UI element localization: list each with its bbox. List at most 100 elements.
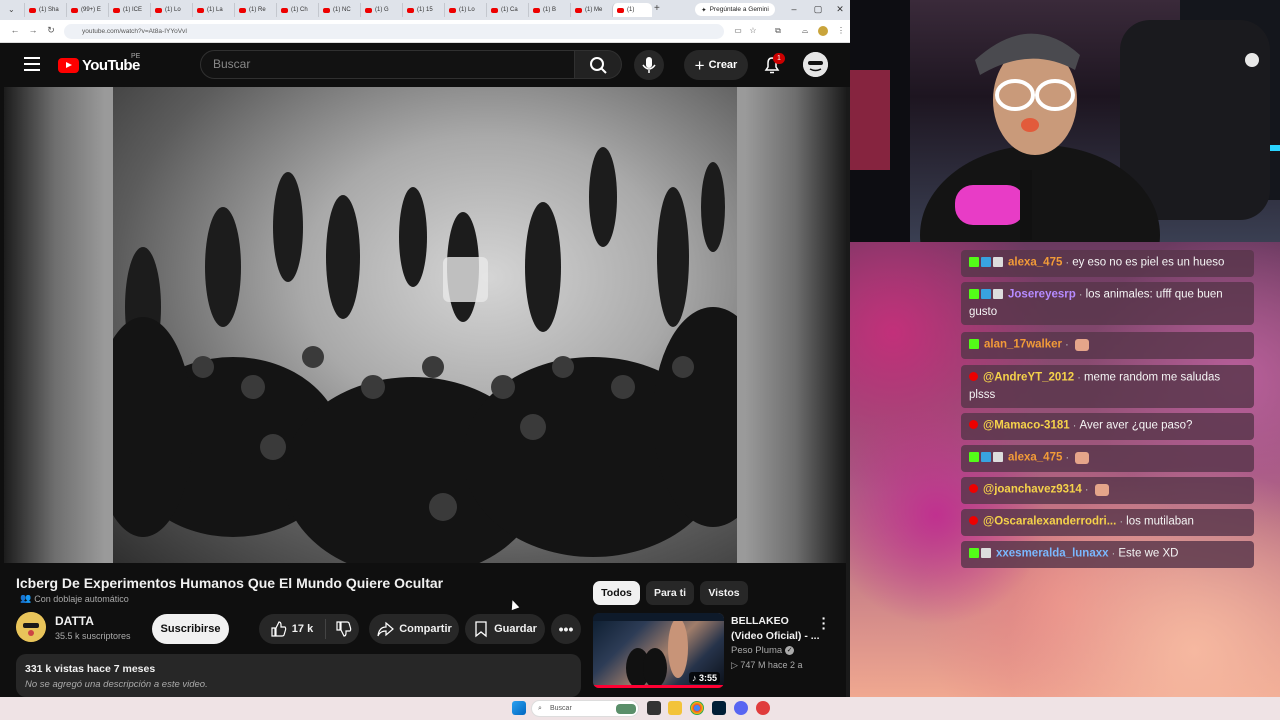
photoshop-icon[interactable] (712, 701, 726, 715)
chat-badges (969, 369, 980, 386)
description-box[interactable]: 331 k vistas hace 7 meses No se agregó u… (16, 654, 581, 697)
streaming-app-icon[interactable] (756, 701, 770, 715)
watched-progress-bar (593, 685, 724, 688)
reload-button[interactable]: ↻ (45, 25, 57, 36)
task-view-icon[interactable] (647, 701, 661, 715)
browser-tab[interactable]: (1) G (360, 3, 400, 17)
chip-vistos[interactable]: Vistos (700, 581, 748, 605)
chat-username: @joanchavez9314 (983, 483, 1082, 496)
browser-tab[interactable]: (1) NC (318, 3, 358, 17)
chat-message: @joanchavez9314 · (961, 477, 1254, 504)
browser-tab[interactable]: (1) La (192, 3, 232, 17)
recommendation-channel[interactable]: Peso Pluma ✓ (731, 645, 795, 656)
windows-start-icon[interactable] (512, 701, 526, 715)
recommendation-title[interactable]: BELLAKEO (Video Oficial) - ... (731, 614, 821, 644)
profile-avatar-icon[interactable] (818, 26, 828, 36)
browser-tab[interactable]: (1) Lo (444, 3, 484, 17)
back-button[interactable]: ← (9, 25, 21, 35)
browser-tab[interactable]: (1) B (528, 3, 568, 17)
browser-tab[interactable]: (1) 15 (402, 3, 442, 17)
verified-icon: ✓ (785, 646, 795, 655)
share-button[interactable]: Compartir (369, 614, 459, 644)
browser-tab-label: (1) (627, 7, 635, 13)
chat-username: alexa_475 (1008, 451, 1063, 464)
chat-separator: · (1065, 256, 1070, 269)
youtube-favicon-icon (281, 7, 288, 13)
new-tab-button[interactable]: + (654, 3, 660, 14)
search-button[interactable] (575, 50, 622, 79)
url-text: youtube.com/watch?v=At8a-IYYoVvI (82, 28, 188, 35)
blue-badge-icon (981, 451, 991, 462)
duration-text: 3:55 (698, 673, 717, 683)
gemini-button[interactable]: ✦ Pregúntale a Gemini (695, 3, 775, 16)
search-highlight-icon (616, 704, 636, 714)
menu-icon[interactable] (24, 57, 40, 71)
youtube-favicon-icon (71, 7, 78, 13)
recommendation-channel-name: Peso Pluma (731, 645, 783, 656)
browser-tab-label: (1) ICE (123, 7, 143, 13)
tab-search-icon[interactable]: ⌄ (8, 5, 15, 14)
search-input[interactable]: Buscar (200, 50, 575, 79)
like-button[interactable]: 17 k (259, 614, 323, 644)
chat-separator: · (1111, 547, 1116, 560)
yt-badge-icon (969, 516, 978, 526)
browser-tab[interactable]: (1) Re (234, 3, 274, 17)
channel-name[interactable]: DATTA (55, 614, 94, 628)
save-button[interactable]: Guardar (465, 614, 545, 644)
bookmark-star-icon[interactable]: ☆ (748, 26, 758, 36)
chat-message: @Oscaralexanderrodri... · los mutilaban (961, 509, 1254, 536)
browser-tab[interactable]: (1) Lo (150, 3, 190, 17)
close-window-button[interactable]: ✕ (833, 4, 847, 15)
recommendation-thumbnail[interactable]: ♪ 3:55 (593, 613, 724, 688)
browser-menu-icon[interactable]: ⋮ (836, 26, 846, 36)
video-frame[interactable] (113, 87, 737, 563)
chip-para-ti[interactable]: Para ti (646, 581, 694, 605)
file-explorer-icon[interactable] (668, 701, 682, 715)
browser-tab-label: (1) B (543, 7, 557, 13)
browser-tab[interactable]: (1) ICE (108, 3, 148, 17)
browser-tab[interactable]: (1) Ch (276, 3, 316, 17)
extensions-icon[interactable]: ⧉ (773, 26, 783, 36)
maximize-button[interactable]: ▢ (811, 4, 825, 15)
youtube-logo[interactable]: YouTube (58, 57, 140, 74)
white-badge-icon (981, 547, 991, 558)
voice-search-button[interactable] (634, 50, 664, 80)
region-code: PE (131, 53, 141, 60)
browser-tab[interactable]: (1) Ca (486, 3, 526, 17)
browser-tab[interactable]: (1) Sha (24, 3, 64, 17)
recommendation-menu-button[interactable]: · · · (820, 611, 828, 635)
browser-tab[interactable]: (1) Me (570, 3, 610, 17)
create-button[interactable]: + Crear (684, 50, 748, 80)
browser-tab[interactable]: (1) (612, 3, 652, 17)
install-app-icon[interactable]: ▭ (733, 26, 743, 36)
url-field[interactable]: youtube.com/watch?v=At8a-IYYoVvI (64, 24, 724, 39)
yt-badge-icon (969, 372, 978, 382)
chat-text: ey eso no es piel es un hueso (1072, 256, 1225, 269)
windows-taskbar: ⌕ Buscar (0, 697, 1280, 720)
video-player[interactable] (4, 87, 846, 563)
account-avatar[interactable] (803, 52, 828, 77)
subscribe-button[interactable]: Suscribirse (152, 614, 229, 644)
chat-username: alexa_475 (1008, 256, 1063, 269)
browser-tab[interactable]: (99+) E (66, 3, 106, 17)
white-badge-icon (993, 256, 1003, 267)
browser-tab-label: (1) La (207, 7, 223, 13)
minimize-button[interactable]: – (787, 4, 801, 15)
channel-avatar[interactable] (16, 612, 46, 642)
youtube-favicon-icon (491, 7, 498, 13)
more-actions-button[interactable]: ••• (551, 614, 581, 644)
taskbar-search[interactable]: ⌕ Buscar (531, 700, 639, 717)
chat-message: xxesmeralda_lunaxx · Este we XD (961, 541, 1254, 568)
video-duration-badge: ♪ 3:55 (688, 672, 720, 684)
dislike-button[interactable] (327, 614, 359, 644)
chip-todos[interactable]: Todos (593, 581, 640, 605)
chrome-icon[interactable] (690, 701, 704, 715)
youtube-header: YouTube PE Buscar + Crear 1 (0, 43, 850, 87)
youtube-favicon-icon (575, 7, 582, 13)
discord-icon[interactable] (734, 701, 748, 715)
chat-message: @AndreYT_2012 · meme random me saludas pls… (961, 365, 1254, 408)
incognito-icon[interactable]: ⌓ (800, 26, 810, 36)
chat-username: xxesmeralda_lunaxx (996, 547, 1109, 560)
recommendation-meta-text: 747 M hace 2 a (740, 660, 803, 670)
forward-button[interactable]: → (27, 25, 39, 35)
